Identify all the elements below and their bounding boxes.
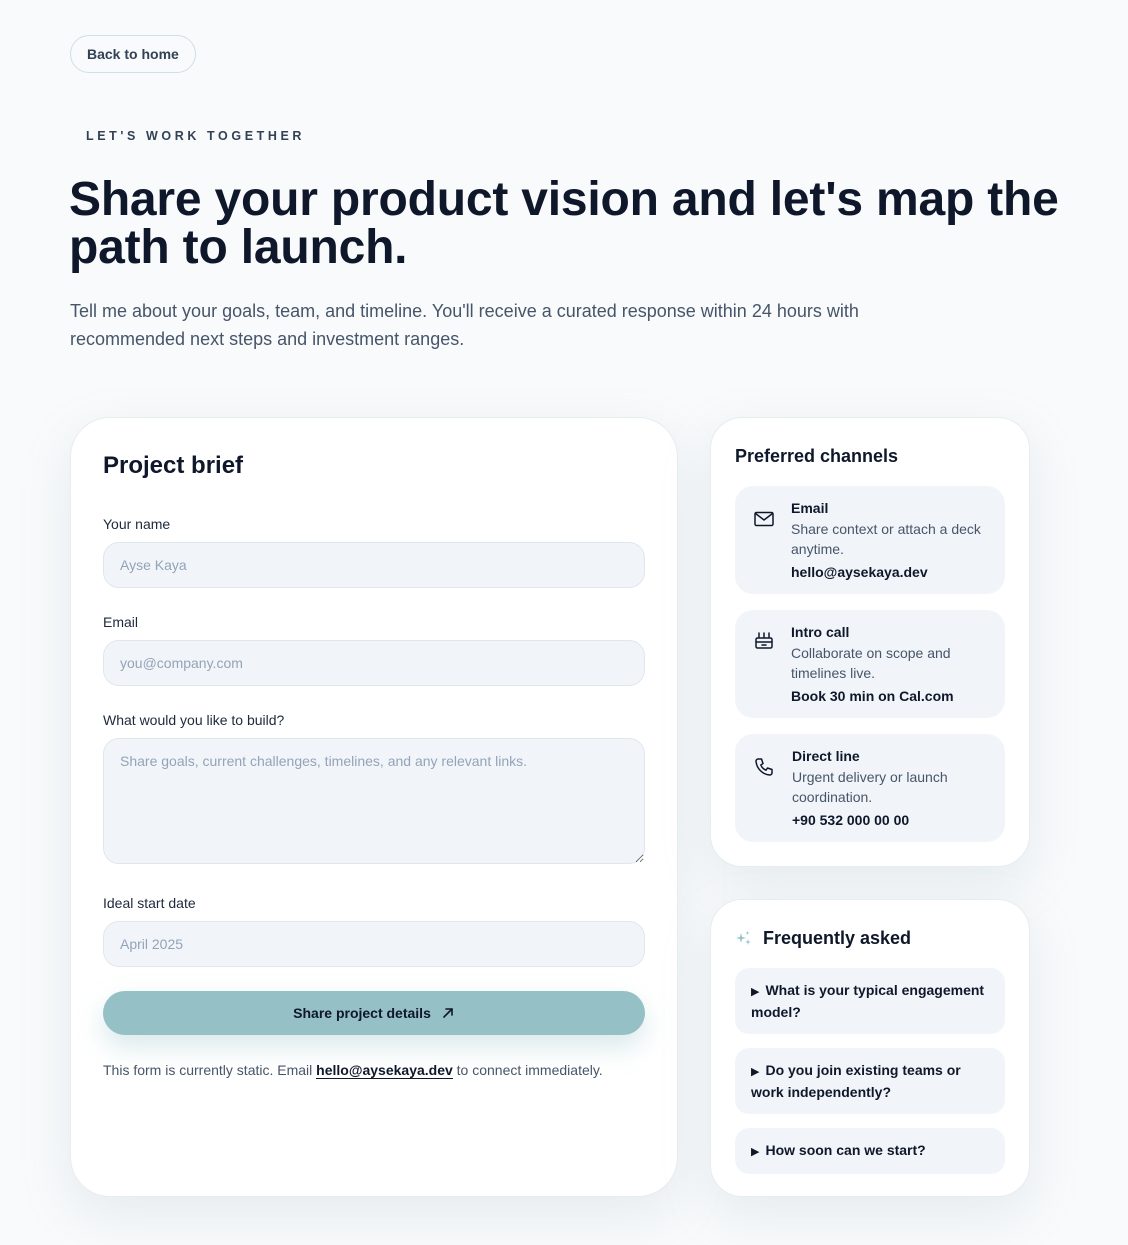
static-form-note: This form is currently static. Email hel… (103, 1062, 603, 1079)
start-date-label: Ideal start date (103, 895, 196, 911)
page-title: Share your product vision and let's map … (69, 173, 1059, 274)
channel-title: Direct line (792, 748, 860, 764)
preferred-channels-card: Preferred channels Email Share context o… (710, 417, 1030, 867)
sparkles-icon (736, 931, 751, 945)
submit-label: Share project details (293, 1005, 431, 1021)
channel-direct-line[interactable]: Direct line Urgent delivery or launch co… (735, 734, 1005, 842)
channel-email[interactable]: Email Share context or attach a deck any… (735, 486, 1005, 594)
calendar-icon (755, 632, 773, 649)
caret-right-icon: ▶ (751, 986, 760, 998)
name-label: Your name (103, 516, 171, 532)
mail-icon (754, 511, 774, 527)
email-label: Email (103, 614, 139, 630)
channel-intro-call[interactable]: Intro call Collaborate on scope and time… (735, 610, 1005, 718)
caret-right-icon: ▶ (751, 1066, 760, 1078)
email-link[interactable]: hello@aysekaya.dev (316, 1062, 453, 1079)
arrow-up-right-icon (443, 1008, 453, 1018)
channel-value: Book 30 min on Cal.com (791, 688, 954, 704)
channels-title: Preferred channels (735, 446, 899, 466)
project-brief-card: Project brief Your name Email What would… (70, 417, 678, 1197)
eyebrow-label: LET'S WORK TOGETHER (86, 129, 306, 143)
start-date-input[interactable] (103, 921, 645, 967)
faq-item[interactable]: ▶ What is your typical engagement model? (735, 968, 1005, 1034)
caret-right-icon: ▶ (751, 1146, 760, 1158)
back-to-home-button[interactable]: Back to home (70, 35, 196, 73)
phone-icon (755, 758, 773, 776)
faq-question: How soon can we start? (765, 1142, 926, 1158)
faq-item[interactable]: ▶ How soon can we start? (735, 1128, 1005, 1174)
faq-question: Do you join existing teams or work indep… (751, 1062, 961, 1100)
name-input[interactable] (103, 542, 645, 588)
build-textarea[interactable] (103, 738, 645, 864)
build-label: What would you like to build? (103, 712, 285, 728)
channel-description: Urgent delivery or launch coordination. (792, 769, 948, 805)
project-brief-title: Project brief (103, 452, 244, 479)
channel-value: hello@aysekaya.dev (791, 564, 928, 580)
channel-description: Share context or attach a deck anytime. (791, 521, 981, 557)
channel-title: Email (791, 500, 829, 516)
channel-title: Intro call (791, 624, 850, 640)
faq-question: What is your typical engagement model? (751, 982, 985, 1020)
faq-card: Frequently asked ▶ What is your typical e… (710, 899, 1030, 1197)
share-project-details-button[interactable]: Share project details (103, 991, 645, 1035)
email-input[interactable] (103, 640, 645, 686)
channel-value: +90 532 000 00 00 (792, 812, 910, 828)
intro-text: Tell me about your goals, team, and time… (70, 301, 859, 349)
channel-description: Collaborate on scope and timelines live. (791, 645, 951, 681)
faq-title: Frequently asked (763, 928, 912, 948)
faq-item[interactable]: ▶ Do you join existing teams or work inde… (735, 1048, 1005, 1114)
